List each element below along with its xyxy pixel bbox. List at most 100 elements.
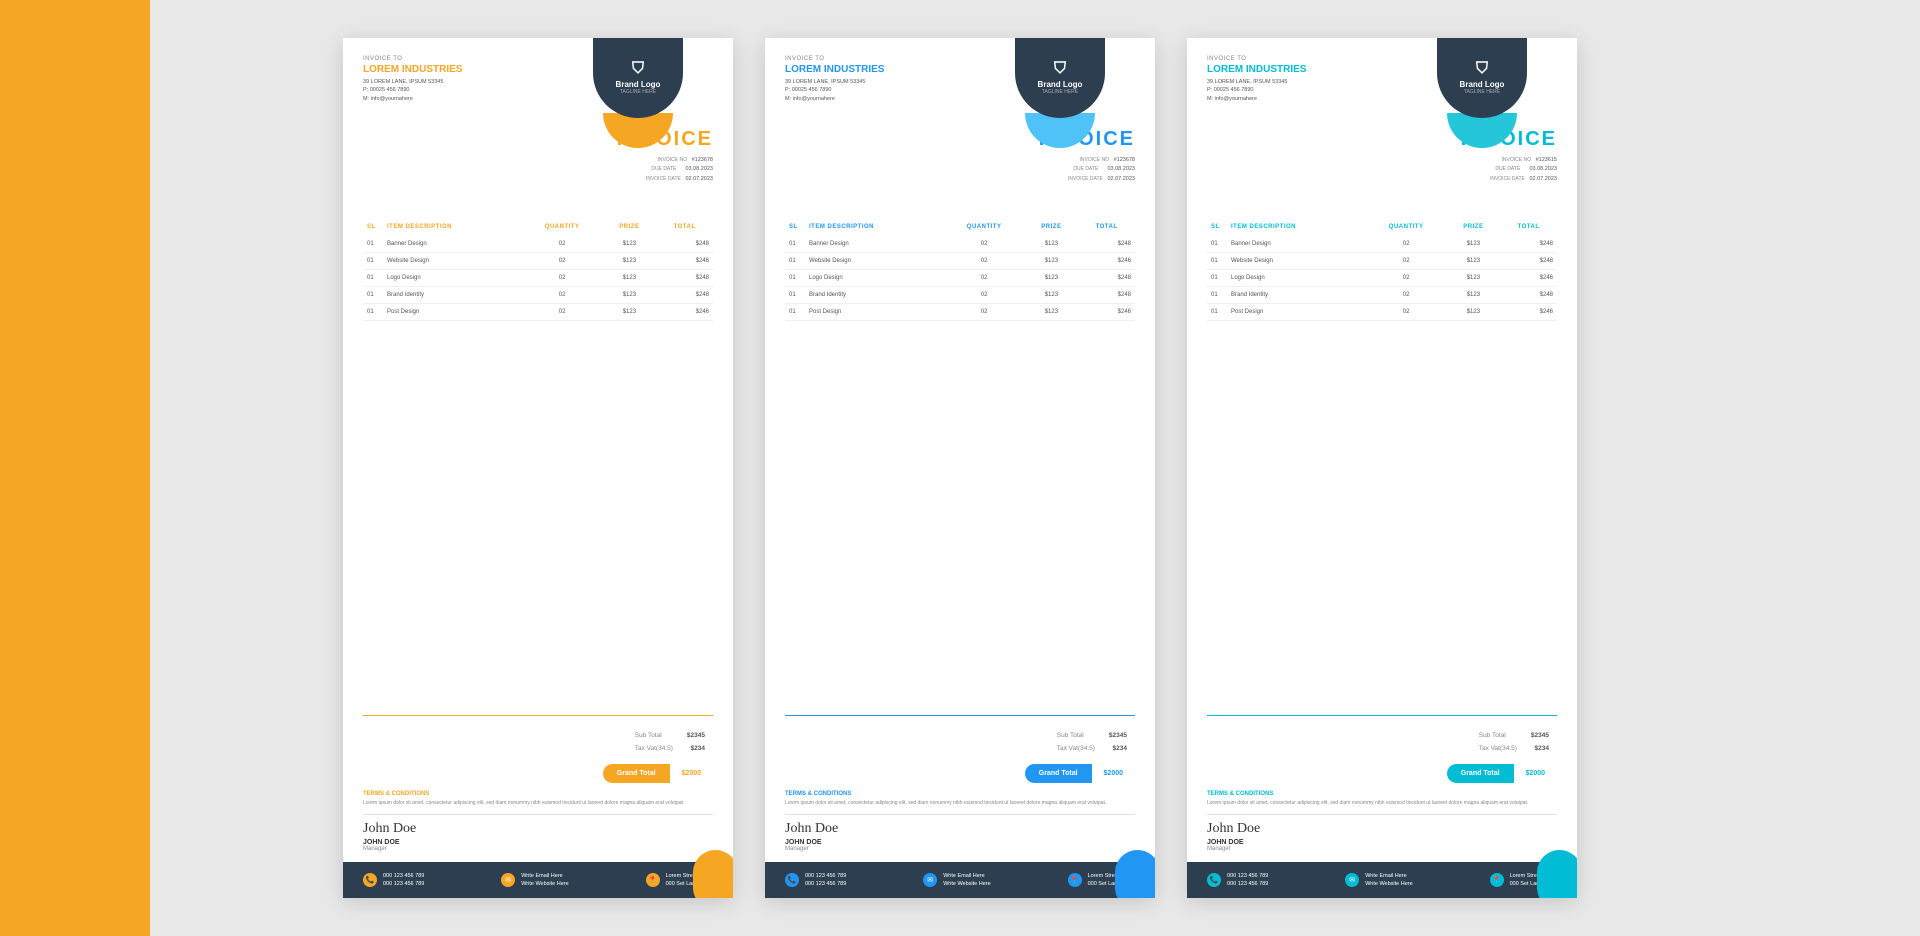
cell-sl: 01 <box>363 236 383 253</box>
grand-total-label: Grand Total <box>1447 764 1514 783</box>
signatory-role: Manager <box>1207 846 1557 852</box>
card-footer: 📞 000 123 456 789000 123 456 789 ✉ Write… <box>765 862 1155 899</box>
signature-name: John Doe <box>1207 821 1557 837</box>
table-row: 01 Post Design 02 $123 $246 <box>363 304 713 321</box>
footer-color-shape <box>1537 850 1577 898</box>
col-sl: SL <box>785 218 805 236</box>
grand-total-value: $2000 <box>1514 764 1557 783</box>
invoice-card-orange: INVOICE TO LOREM INDUSTRIES 39 LOREM LAN… <box>343 38 733 898</box>
location-icon: 📍 <box>1068 873 1082 887</box>
totals-section: Sub Total $2345 Tax Vat(34.5) $234 <box>765 720 1155 764</box>
footer-email: ✉ Write Email HereWrite Website Here <box>501 872 568 889</box>
totals-divider <box>785 715 1135 716</box>
subtotal-value: $2345 <box>681 730 711 741</box>
terms-left: TERMS & CONDITIONS Lorem ipsum dolor sit… <box>785 791 1135 808</box>
terms-label: TERMS & CONDITIONS <box>785 791 1135 797</box>
signature-section: John Doe JOHN DOE Manager <box>765 815 1155 862</box>
totals-table: Sub Total $2345 Tax Vat(34.5) $234 <box>1049 728 1135 756</box>
grand-total-row: Grand Total $2000 <box>343 764 733 791</box>
signature-section: John Doe JOHN DOE Manager <box>343 815 733 862</box>
table-row: 01Banner Design02$123$248 <box>1207 236 1557 253</box>
col-total: TOTAL <box>1500 218 1557 236</box>
col-desc: ITEM DESCRIPTION <box>1227 218 1366 236</box>
card-footer: 📞 000 123 456 789000 123 456 789 ✉ Write… <box>1187 862 1577 899</box>
email-icon: ✉ <box>1345 873 1359 887</box>
location-icon: 📍 <box>1490 873 1504 887</box>
signature-section: John Doe JOHN DOE Manager <box>1187 815 1577 862</box>
totals-divider <box>363 715 713 716</box>
footer-email-text: Write Email HereWrite Website Here <box>1365 872 1412 889</box>
tagline-text: TAGLINE HERE <box>620 89 656 95</box>
table-row: 01Logo Design02$123$248 <box>785 270 1135 287</box>
terms-label: TERMS & CONDITIONS <box>1207 791 1557 797</box>
totals-table: Sub Total $2345 Tax Vat(34.5) $234 <box>627 728 713 756</box>
signatory-role: Manager <box>785 846 1135 852</box>
signatory-name: JOHN DOE <box>1207 839 1557 846</box>
phone-icon: 📞 <box>363 873 377 887</box>
tax-label: Tax Vat(34.5) <box>629 743 679 754</box>
col-total: TOTAL <box>656 218 713 236</box>
card-header: INVOICE TO LOREM INDUSTRIES 39 LOREM LAN… <box>765 38 1155 208</box>
footer-phone-text: 000 123 456 789000 123 456 789 <box>383 872 424 889</box>
signature-name: John Doe <box>363 821 713 837</box>
email-icon: ✉ <box>923 873 937 887</box>
footer-phone-text: 000 123 456 789000 123 456 789 <box>1227 872 1268 889</box>
location-icon: 📍 <box>646 873 660 887</box>
terms-section: TERMS & CONDITIONS Lorem ipsum dolor sit… <box>343 791 733 814</box>
cell-desc: Logo Design <box>383 270 522 287</box>
col-sl: SL <box>1207 218 1227 236</box>
table-row: 01Post Design02$123$246 <box>785 304 1135 321</box>
footer-email: ✉ Write Email HereWrite Website Here <box>923 872 990 889</box>
totals-section: Sub Total $2345 Tax Vat(34.5) $234 <box>343 720 733 764</box>
footer-phone: 📞 000 123 456 789000 123 456 789 <box>1207 872 1268 889</box>
brand-logo-icon: ⛉ <box>1054 61 1066 77</box>
card-header: INVOICE TO LOREM INDUSTRIES 39 LOREM LAN… <box>343 38 733 208</box>
table-row: 01Brand Identity02$123$248 <box>1207 287 1557 304</box>
grand-total-value: $2000 <box>1092 764 1135 783</box>
cell-total: $248 <box>656 270 713 287</box>
cell-price: $123 <box>603 236 656 253</box>
col-price: PRIZE <box>603 218 656 236</box>
company-name: LOREM INDUSTRIES <box>1207 64 1306 75</box>
col-price: PRIZE <box>1447 218 1500 236</box>
invoice-card-blue: INVOICE TO LOREM INDUSTRIES 39 LOREM LAN… <box>765 38 1155 898</box>
footer-email-text: Write Email HereWrite Website Here <box>521 872 568 889</box>
card-header: INVOICE TO LOREM INDUSTRIES 39 LOREM LAN… <box>1187 38 1577 208</box>
grand-total-row: Grand Total $2000 <box>765 764 1155 791</box>
col-qty: QUANTITY <box>522 218 603 236</box>
company-details: 39 LOREM LANE, IPSUM 53345 P: 00025 456 … <box>1207 78 1306 103</box>
header-left: INVOICE TO LOREM INDUSTRIES 39 LOREM LAN… <box>1187 38 1306 103</box>
brand-logo-icon: ⛉ <box>632 61 644 77</box>
grand-total-button[interactable]: Grand Total $2000 <box>1447 764 1557 783</box>
footer-phone-text: 000 123 456 789000 123 456 789 <box>805 872 846 889</box>
grand-total-label: Grand Total <box>603 764 670 783</box>
grand-total-button[interactable]: Grand Total $2000 <box>1025 764 1135 783</box>
cell-qty: 02 <box>522 304 603 321</box>
footer-color-shape <box>693 850 733 898</box>
table-row: 01Logo Design02$123$246 <box>1207 270 1557 287</box>
footer-phone: 📞 000 123 456 789000 123 456 789 <box>785 872 846 889</box>
table-row: 01Banner Design02$123$248 <box>785 236 1135 253</box>
table-row: 01Brand Identity02$123$248 <box>785 287 1135 304</box>
grand-total-button[interactable]: Grand Total $2000 <box>603 764 713 783</box>
company-details: 39 LOREM LANE, IPSUM 53345 P: 00025 456 … <box>363 78 462 103</box>
col-price: PRIZE <box>1025 218 1078 236</box>
table-row: 01 Brand Identity 02 $123 $248 <box>363 287 713 304</box>
invoice-table: SL ITEM DESCRIPTION QUANTITY PRIZE TOTAL… <box>363 218 713 321</box>
terms-section: TERMS & CONDITIONS Lorem ipsum dolor sit… <box>1187 791 1577 814</box>
cell-qty: 02 <box>522 270 603 287</box>
cell-desc: Website Design <box>383 253 522 270</box>
cell-sl: 01 <box>363 304 383 321</box>
totals-divider <box>1207 715 1557 716</box>
signatory-role: Manager <box>363 846 713 852</box>
terms-label: TERMS & CONDITIONS <box>363 791 713 797</box>
cell-qty: 02 <box>522 287 603 304</box>
footer-color-shape <box>1115 850 1155 898</box>
company-details: 39 LOREM LANE, IPSUM 53345 P: 00025 456 … <box>785 78 884 103</box>
cell-price: $123 <box>603 253 656 270</box>
tagline-text: TAGLINE HERE <box>1464 89 1500 95</box>
col-qty: QUANTITY <box>944 218 1025 236</box>
cell-price: $123 <box>603 270 656 287</box>
header-left: INVOICE TO LOREM INDUSTRIES 39 LOREM LAN… <box>765 38 884 103</box>
grand-total-row: Grand Total $2000 <box>1187 764 1577 791</box>
